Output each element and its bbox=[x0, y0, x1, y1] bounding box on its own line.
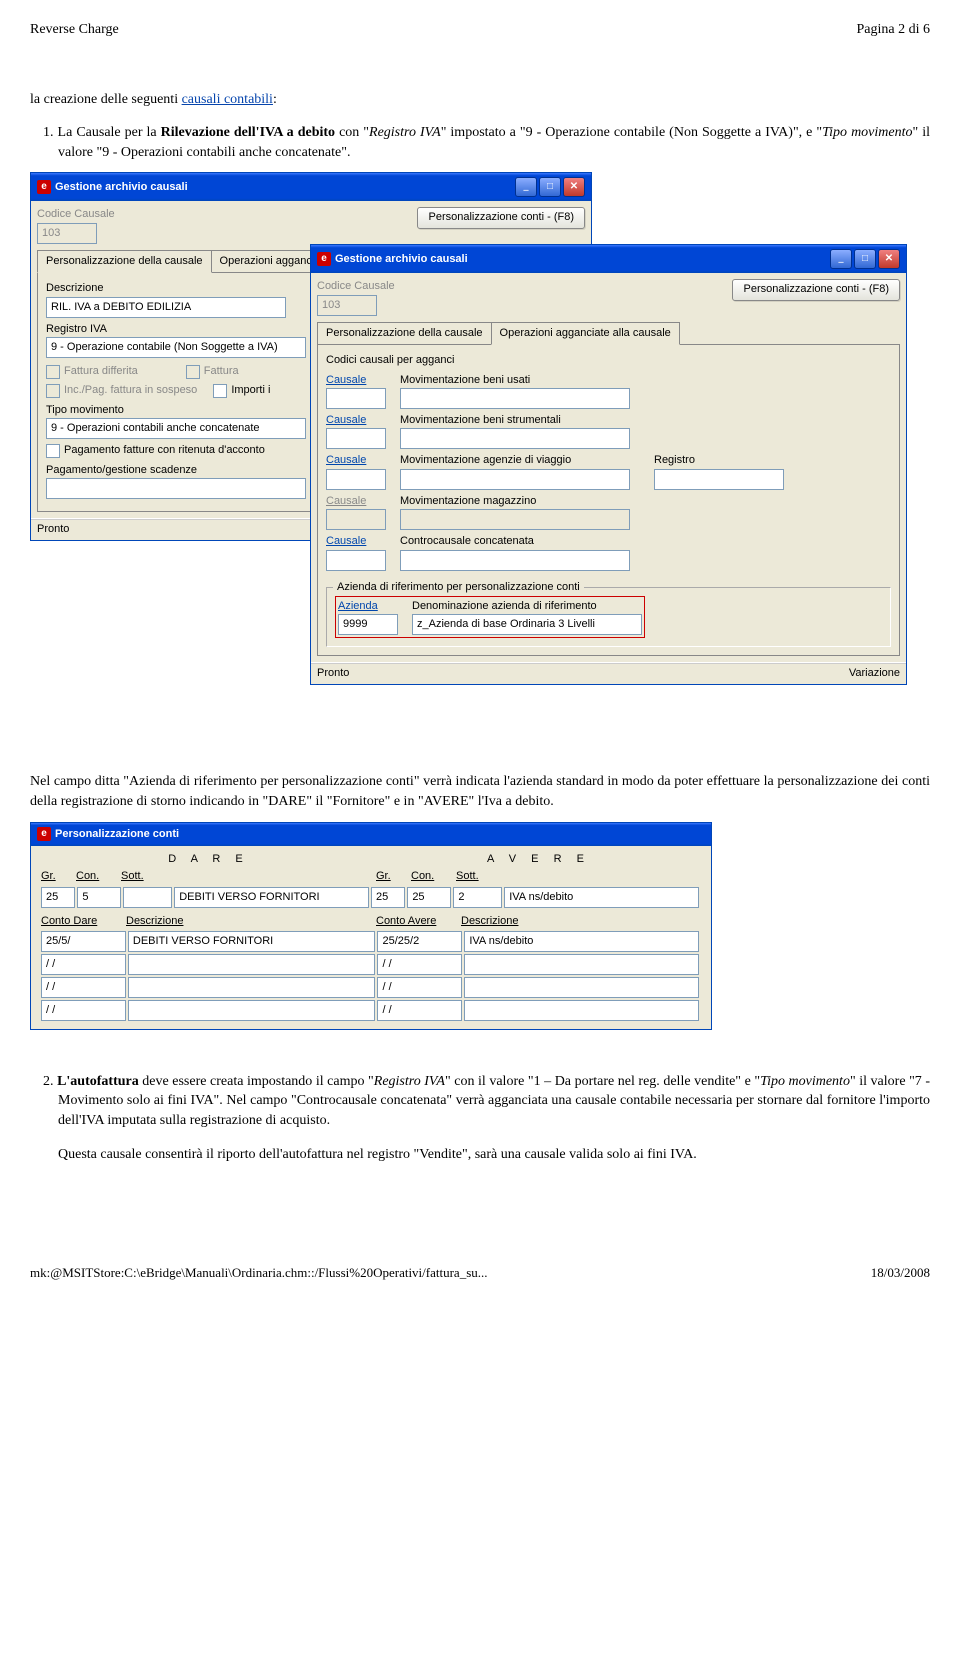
checkbox-fattura bbox=[186, 365, 200, 379]
window-gestione-causali-2: e Gestione archivio causali _ □ ✕ Codice… bbox=[310, 244, 907, 685]
window-title-1: Gestione archivio causali bbox=[55, 180, 188, 195]
app-icon: e bbox=[37, 827, 51, 841]
input-causale-5[interactable] bbox=[326, 550, 386, 571]
link-causale-3[interactable]: Causale bbox=[326, 453, 396, 468]
cell-sott1[interactable] bbox=[123, 887, 172, 908]
paragraph-2: 2. L'autofattura deve essere creata impo… bbox=[30, 1072, 930, 1131]
header-left: Reverse Charge bbox=[30, 20, 119, 40]
input-controcausale[interactable] bbox=[400, 550, 630, 571]
input-tipo-movimento[interactable]: 9 - Operazioni contabili anche concatena… bbox=[46, 418, 306, 439]
footer-date: 18/03/2008 bbox=[871, 1264, 930, 1282]
input-mov-magazzino bbox=[400, 509, 630, 530]
link-causale-5[interactable]: Causale bbox=[326, 534, 396, 549]
input-causale-1[interactable] bbox=[326, 388, 386, 409]
link-causali[interactable]: causali contabili bbox=[182, 92, 273, 107]
label-descrizione-dare: Descrizione bbox=[126, 914, 376, 929]
input-mov-agenzie[interactable] bbox=[400, 469, 630, 490]
input-descrizione[interactable]: RIL. IVA a DEBITO EDILIZIA bbox=[46, 297, 286, 318]
checkbox-importi[interactable] bbox=[213, 384, 227, 398]
paragraph-1: 1. La Causale per la Rilevazione dell'IV… bbox=[30, 123, 930, 162]
input-causale-3[interactable] bbox=[326, 469, 386, 490]
input-causale-2[interactable] bbox=[326, 428, 386, 449]
checkbox-pagamento-ritenuta[interactable] bbox=[46, 444, 60, 458]
label-descrizione-avere: Descrizione bbox=[461, 914, 518, 929]
cell-conto-dare[interactable]: 25/5/ bbox=[41, 931, 126, 952]
link-causale-2[interactable]: Causale bbox=[326, 413, 396, 428]
titlebar-1[interactable]: e Gestione archivio causali _ □ ✕ bbox=[31, 173, 591, 201]
minimize-button[interactable]: _ bbox=[830, 249, 852, 269]
input-causale-4 bbox=[326, 509, 386, 530]
link-causale-4: Causale bbox=[326, 494, 396, 509]
app-icon: e bbox=[317, 252, 331, 266]
maximize-button[interactable]: □ bbox=[854, 249, 876, 269]
label-codice-2: Codice Causale bbox=[317, 279, 395, 294]
link-azienda[interactable]: Azienda bbox=[338, 599, 408, 614]
checkbox-inc-pag bbox=[46, 384, 60, 398]
input-azienda[interactable]: 9999 bbox=[338, 614, 398, 635]
button-pers-conti-2[interactable]: Personalizzazione conti - (F8) bbox=[732, 279, 900, 300]
cell-con1[interactable]: 5 bbox=[77, 887, 121, 908]
header-dare: D A R E bbox=[41, 852, 376, 867]
input-codice-2: 103 bbox=[317, 295, 377, 316]
table-row: / / / / bbox=[41, 977, 701, 998]
input-registro[interactable] bbox=[654, 469, 784, 490]
table-row: / / / / bbox=[41, 954, 701, 975]
label-conto-avere: Conto Avere bbox=[376, 914, 461, 929]
paragraph-3: Questa causale consentirà il riporto del… bbox=[30, 1145, 930, 1165]
input-pagamento-scadenze[interactable] bbox=[46, 478, 306, 499]
cell-desc-dare[interactable]: DEBITI VERSO FORNITORI bbox=[128, 931, 376, 952]
cell-gr2[interactable]: 25 bbox=[371, 887, 405, 908]
intro-text: la creazione delle seguenti causali cont… bbox=[30, 90, 930, 110]
table-row: / / / / bbox=[41, 1000, 701, 1021]
input-registro-iva[interactable]: 9 - Operazione contabile (Non Soggette a… bbox=[46, 337, 306, 358]
checkbox-fattura-differita bbox=[46, 365, 60, 379]
input-denominazione-azienda[interactable]: z_Azienda di base Ordinaria 3 Livelli bbox=[412, 614, 642, 635]
tab-operazioni-2[interactable]: Operazioni agganciate alla causale bbox=[491, 322, 680, 345]
tab-personalizzazione-2[interactable]: Personalizzazione della causale bbox=[317, 322, 492, 344]
window-title-3: Personalizzazione conti bbox=[55, 827, 179, 842]
label-codici-agganci: Codici causali per agganci bbox=[326, 353, 891, 368]
link-causale-1[interactable]: Causale bbox=[326, 373, 396, 388]
fieldset-azienda-riferimento: Azienda di riferimento per personalizzaz… bbox=[333, 580, 584, 595]
close-button[interactable]: ✕ bbox=[563, 177, 585, 197]
input-mov-beni-usati[interactable] bbox=[400, 388, 630, 409]
footer-path: mk:@MSITStore:C:\eBridge\Manuali\Ordinar… bbox=[30, 1264, 488, 1282]
titlebar-3[interactable]: e Personalizzazione conti bbox=[31, 823, 711, 846]
status-2-right: Variazione bbox=[849, 666, 900, 681]
button-pers-conti-1[interactable]: Personalizzazione conti - (F8) bbox=[417, 207, 585, 228]
cell-sott2[interactable]: 2 bbox=[453, 887, 502, 908]
window-title-2: Gestione archivio causali bbox=[335, 252, 468, 267]
middle-paragraph: Nel campo ditta "Azienda di riferimento … bbox=[30, 772, 930, 811]
cell-desc1[interactable]: DEBITI VERSO FORNITORI bbox=[174, 887, 369, 908]
table-row: 25/5/ DEBITI VERSO FORNITORI 25/25/2 IVA… bbox=[41, 931, 701, 952]
header-right: Pagina 2 di 6 bbox=[857, 20, 931, 40]
close-button[interactable]: ✕ bbox=[878, 249, 900, 269]
status-1: Pronto bbox=[37, 522, 69, 537]
table-row: 25 5 DEBITI VERSO FORNITORI 25 25 2 IVA … bbox=[41, 887, 701, 908]
maximize-button[interactable]: □ bbox=[539, 177, 561, 197]
cell-desc2[interactable]: IVA ns/debito bbox=[504, 887, 699, 908]
input-mov-beni-strumentali[interactable] bbox=[400, 428, 630, 449]
header-avere: A V E R E bbox=[376, 852, 701, 867]
minimize-button[interactable]: _ bbox=[515, 177, 537, 197]
status-2-left: Pronto bbox=[317, 666, 349, 681]
cell-conto-avere[interactable]: 25/25/2 bbox=[377, 931, 462, 952]
label-conto-dare: Conto Dare bbox=[41, 914, 126, 929]
cell-desc-avere[interactable]: IVA ns/debito bbox=[464, 931, 699, 952]
titlebar-2[interactable]: e Gestione archivio causali _ □ ✕ bbox=[311, 245, 906, 273]
input-codice-1: 103 bbox=[37, 223, 97, 244]
cell-con2[interactable]: 25 bbox=[407, 887, 451, 908]
tab-personalizzazione-1[interactable]: Personalizzazione della causale bbox=[37, 250, 212, 273]
cell-gr1[interactable]: 25 bbox=[41, 887, 75, 908]
app-icon: e bbox=[37, 180, 51, 194]
label-codice-1: Codice Causale bbox=[37, 207, 115, 222]
window-personalizzazione-conti: e Personalizzazione conti D A R E A V E … bbox=[30, 822, 712, 1031]
